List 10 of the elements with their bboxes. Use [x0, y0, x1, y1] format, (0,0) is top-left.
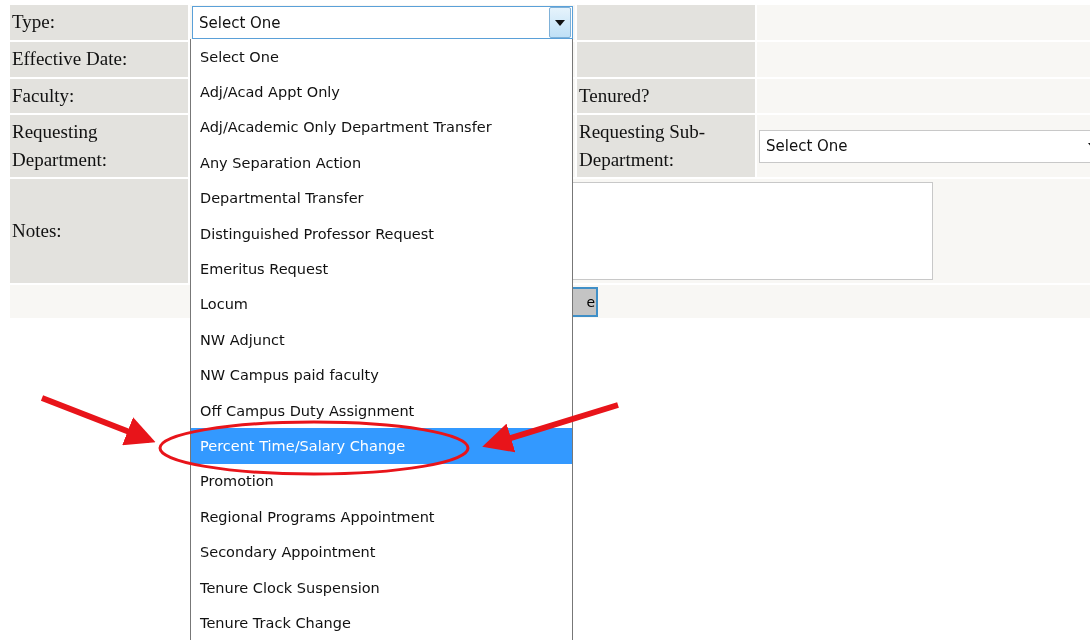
- field-label: Requesting Department:: [12, 119, 108, 172]
- field-label: Requesting Sub-Department:: [579, 119, 707, 172]
- field-label: Type:: [12, 10, 55, 35]
- field-label: Notes:: [12, 218, 62, 243]
- sub-department-select[interactable]: Select One: [759, 129, 1090, 163]
- field-label: Faculty:: [12, 83, 75, 108]
- dropdown-caret-icon: [555, 19, 565, 26]
- field-label: Tenured?: [579, 83, 650, 108]
- field-label: Effective Date:: [12, 47, 128, 72]
- type-select[interactable]: Select One: [192, 6, 573, 39]
